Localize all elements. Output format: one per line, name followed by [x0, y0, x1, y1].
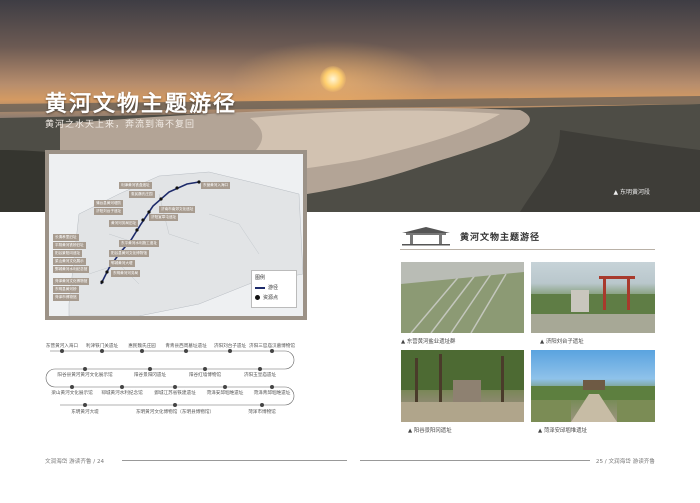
- photo-jingyanggang-site: [401, 350, 524, 422]
- map-label: 阳谷景阳冈遗址: [53, 250, 83, 257]
- timeline-dot: [120, 385, 124, 389]
- map-label: 梁山黄河文化展示: [53, 258, 86, 265]
- timeline-stop: 东明黄河大堤: [71, 410, 99, 415]
- legend-route-row: 游径: [255, 284, 293, 291]
- timeline-stop: 菏泽安邱堌堆遗址: [206, 391, 244, 396]
- timeline-stop: 东明黄河文化博物馆（东明县博物馆）: [135, 410, 215, 415]
- map-label: 菏泽黄河文化博物馆: [53, 278, 90, 285]
- resource-point-icon: [255, 295, 260, 300]
- timeline-stop: 东营黄河入海口: [45, 344, 79, 349]
- map-label: 平阴黄河铁桥旧址: [53, 242, 86, 249]
- photo-caption: ▲ 东营黄河盐业遗址群: [401, 339, 456, 345]
- timeline-dot: [83, 367, 87, 371]
- legend-route-label: 游径: [268, 285, 279, 291]
- timeline-stop: 阳谷红墙博物馆: [188, 373, 222, 378]
- footer-rule-right: [360, 460, 590, 461]
- route-map: 东营黄河入海口 利津黄河铁盒遗址 惠民魏氏庄园 济南市南郊文化遗址 蒲台县黄河堤…: [45, 150, 307, 320]
- footer-right: 25 / 文润海岱 游读齐鲁: [595, 459, 655, 465]
- timeline-dot: [184, 349, 188, 353]
- map-label: 济南市南郊文化遗址: [159, 206, 196, 213]
- map-label: 利津黄河铁盒遗址: [119, 182, 152, 189]
- timeline-stop: 济阳刘台子遗址: [213, 344, 247, 349]
- timeline-dot: [260, 403, 264, 407]
- timeline-stop: 菏泽青邱堌堆遗址: [253, 391, 291, 396]
- map-label: 菏泽市博物馆: [53, 294, 79, 301]
- timeline-dot: [173, 403, 177, 407]
- timeline-stop: 鄄城江苏省铁建遗址: [154, 391, 196, 396]
- photo-content: [401, 350, 524, 422]
- legend-resource-label: 资源点: [263, 295, 279, 301]
- timeline-stop: 济阳三官庙汉墓博物馆: [249, 344, 295, 349]
- photo-content: [531, 276, 655, 333]
- section-divider: [400, 249, 655, 250]
- timeline-dot: [60, 349, 64, 353]
- timeline-path: [45, 350, 295, 406]
- map-label: 蒲台县黄河堤防: [94, 200, 124, 207]
- map-label: 长清孝里旧址: [53, 234, 79, 241]
- photo-liutaizi-site: [531, 262, 655, 333]
- photo-salt-industry-site: [401, 262, 524, 333]
- timeline-stop: 利津铁门关遗址: [85, 344, 119, 349]
- timeline-stop: 青青县西周墓址遗址: [165, 344, 207, 349]
- photo-content: [531, 380, 655, 422]
- photo-caption: ▲ 阳谷景阳冈遗址: [408, 428, 452, 434]
- timeline-stop: 济阳玉皇庙遗址: [243, 373, 277, 378]
- timeline-dot: [228, 349, 232, 353]
- timeline-dot: [173, 385, 177, 389]
- timeline-stop: 菏泽市博物馆: [248, 410, 276, 415]
- map-label: 济阳宣章屯遗址: [149, 214, 179, 221]
- timeline-dot: [203, 367, 207, 371]
- map-label: 东明黄河河务局: [111, 270, 141, 277]
- map-label: 鄄城黄河水利纪念馆: [53, 266, 90, 273]
- hero-subtitle: 黄河之水天上来，奔流到海不复回: [45, 120, 196, 130]
- map-label: 东明县黄河桥: [53, 286, 79, 293]
- map-label: 阳谷县黄河文化博物馆: [109, 250, 149, 257]
- photo-content: [401, 262, 524, 333]
- legend-resource-row: 资源点: [255, 294, 293, 301]
- route-line-icon: [255, 286, 265, 289]
- hero-photo-caption: ▲ 东明黄河段: [613, 189, 650, 196]
- timeline-dot: [70, 385, 74, 389]
- legend-title: 图例: [255, 275, 266, 281]
- map-canvas: 东营黄河入海口 利津黄河铁盒遗址 惠民魏氏庄园 济南市南郊文化遗址 蒲台县黄河堤…: [49, 154, 303, 316]
- map-label: 惠民魏氏庄园: [129, 191, 155, 198]
- timeline-stop: 阳谷景阳冈遗址: [133, 373, 167, 378]
- photo-caption: ▲ 济阳刘台子遗址: [540, 339, 584, 345]
- timeline-dot: [100, 349, 104, 353]
- map-label: 黄河河务局旧址: [109, 220, 139, 227]
- timeline-stop: 惠民魏氏庄园: [128, 344, 156, 349]
- hero-title: 黄河文物主题游径: [45, 91, 238, 117]
- timeline-stop: 郓城黄河水利纪念馆: [101, 391, 143, 396]
- timeline-dot: [140, 349, 144, 353]
- timeline-dot: [83, 403, 87, 407]
- photo-caption: ▲ 菏泽安邱堌堆遗址: [538, 428, 587, 434]
- temple-gate-icon: [402, 227, 450, 246]
- footer-rule-left: [122, 460, 347, 461]
- timeline-dot: [270, 385, 274, 389]
- timeline-stop: 梁山黄河文化展示馆: [51, 391, 93, 396]
- map-label: 东平黄河水利施工遗址: [119, 240, 159, 247]
- map-label: 郓城黄河大堤: [109, 260, 135, 267]
- map-legend: 图例 游径 资源点: [251, 270, 297, 308]
- map-label: 济阳刘台子遗址: [94, 208, 124, 215]
- map-label: 东营黄河入海口: [201, 182, 231, 189]
- timeline-dot: [148, 367, 152, 371]
- timeline-stop: 阳谷县黄河黄河文化展示馆: [57, 373, 113, 378]
- footer-left: 文润海岱 游读齐鲁 / 24: [45, 459, 105, 465]
- photo-anqiu-guidui-site: [531, 350, 655, 422]
- route-timeline: 东营黄河入海口 利津铁门关遗址 惠民魏氏庄园 青青县西周墓址遗址 济阳刘台子遗址…: [40, 335, 300, 435]
- timeline-dot: [223, 385, 227, 389]
- timeline-dot: [270, 349, 274, 353]
- section-title: 黄河文物主题游径: [460, 233, 541, 243]
- timeline-dot: [258, 367, 262, 371]
